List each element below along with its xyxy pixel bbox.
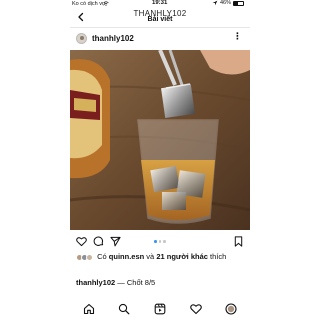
likes-others[interactable]: 21 người khác xyxy=(156,252,208,261)
profile-icon[interactable] xyxy=(225,303,237,315)
page-title: Bài viết xyxy=(147,16,173,23)
caption-text: — Chốt 8/5 xyxy=(117,278,156,287)
likes-connector: và xyxy=(146,252,155,261)
status-right: 46% xyxy=(212,0,245,6)
carousel-dot xyxy=(158,240,161,243)
post-caption: thanhly102 — Chốt 8/5 xyxy=(76,278,155,287)
comment-icon[interactable] xyxy=(93,236,104,247)
whiskey-stones-photo xyxy=(70,50,250,230)
carrier-label: Ko có dịch vụ xyxy=(72,1,106,7)
battery-level-fill xyxy=(234,1,239,5)
heart-icon[interactable] xyxy=(76,236,87,247)
caption-username[interactable]: thanhly102 xyxy=(76,278,115,287)
avatar[interactable] xyxy=(76,33,87,44)
liker-username[interactable]: quinn.esn xyxy=(109,252,144,261)
likes-prefix: Có xyxy=(97,252,107,261)
home-icon[interactable] xyxy=(83,303,95,315)
bottom-tab-bar xyxy=(70,298,250,320)
likes-summary[interactable]: Có quinn.esn và 21 người khác thích xyxy=(76,252,250,262)
nav-header: THANHLY102 Bài viết xyxy=(0,8,320,26)
post-image[interactable] xyxy=(70,50,250,230)
post-actions xyxy=(70,235,250,249)
location-icon xyxy=(212,0,218,6)
more-options-icon[interactable]: ⋮ xyxy=(233,32,242,41)
activity-heart-icon[interactable] xyxy=(190,303,202,315)
battery-icon xyxy=(233,0,245,6)
carousel-dot xyxy=(163,240,166,243)
send-icon[interactable] xyxy=(110,236,121,247)
status-time: 19:31 xyxy=(152,0,168,6)
likes-suffix: thích xyxy=(210,252,227,261)
post-username[interactable]: thanhly102 xyxy=(92,34,134,43)
post-header: thanhly102 ⋮ xyxy=(70,30,250,48)
bookmark-icon[interactable] xyxy=(233,236,244,247)
reels-icon[interactable] xyxy=(154,303,166,315)
header-divider xyxy=(70,27,250,28)
liker-avatar xyxy=(86,253,93,261)
carousel-indicator xyxy=(154,240,166,243)
wifi-icon xyxy=(103,1,109,6)
battery-percent: 46% xyxy=(220,0,232,6)
search-icon[interactable] xyxy=(118,303,130,315)
carousel-dot xyxy=(154,240,157,243)
